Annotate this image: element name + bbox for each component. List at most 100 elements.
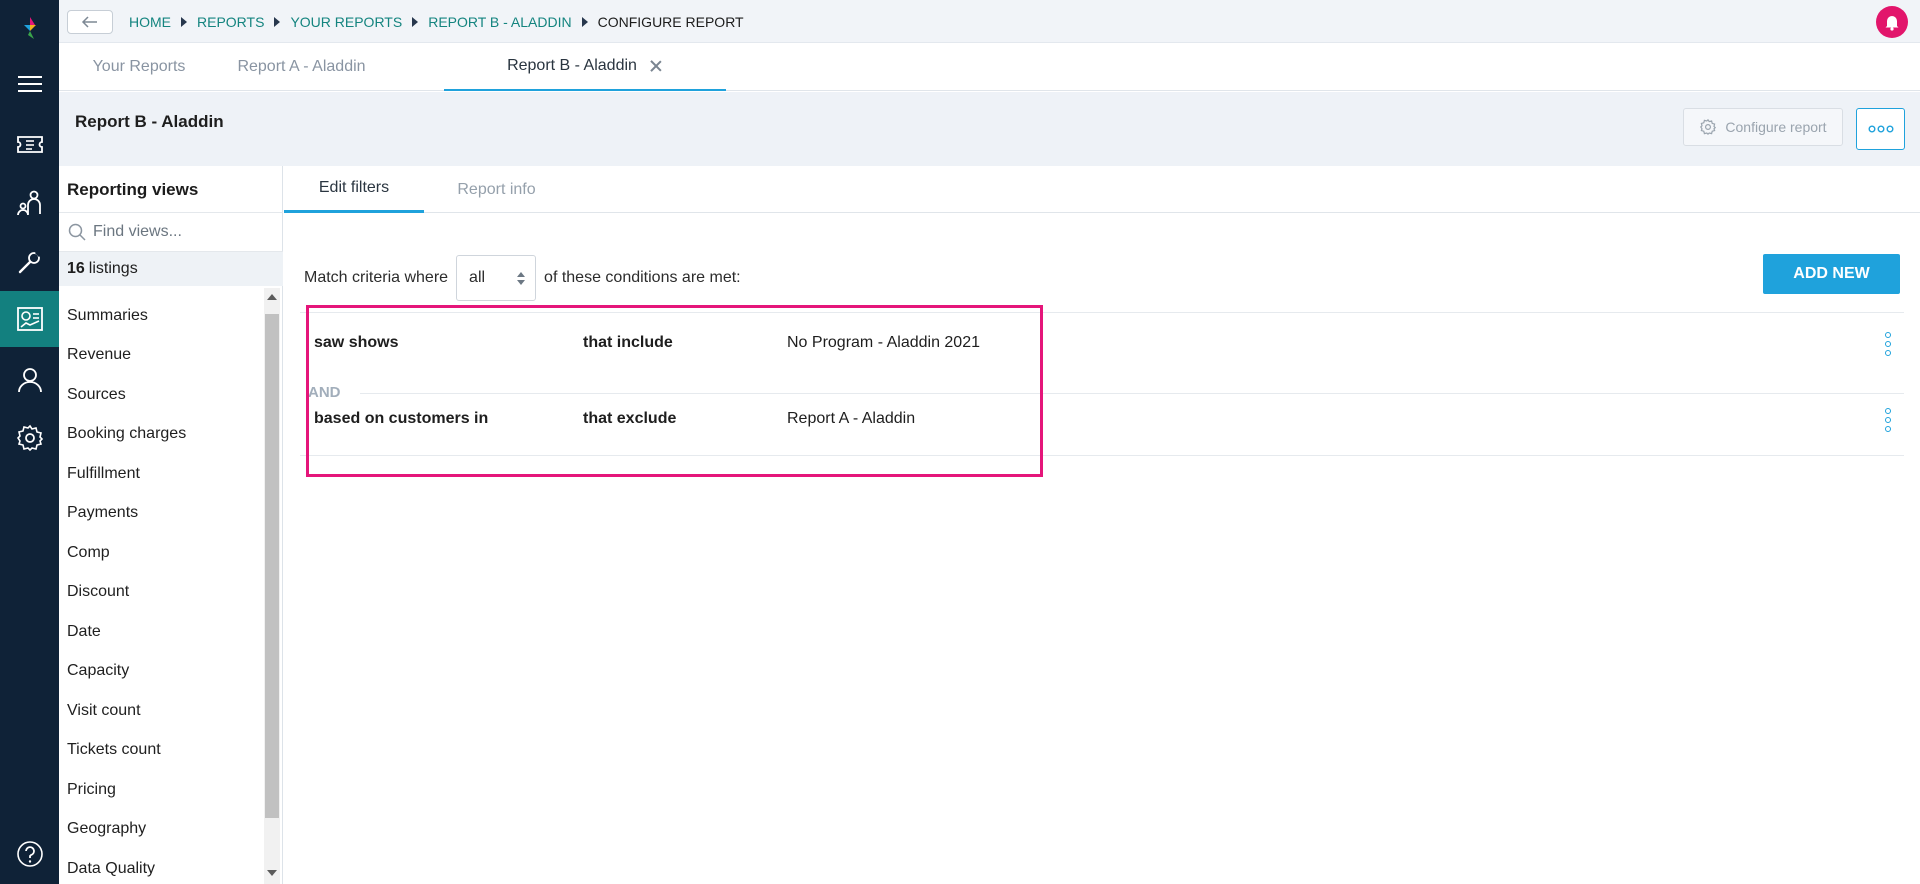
listings-count: 16 listings: [59, 252, 283, 286]
tab-your-reports[interactable]: Your Reports: [59, 43, 219, 91]
breadcrumb-separator-icon: [581, 16, 588, 27]
tab-label: Your Reports: [92, 58, 186, 75]
people-icon: [16, 190, 41, 216]
tab-report-info[interactable]: Report info: [424, 166, 569, 213]
condition-menu-icon[interactable]: [1882, 408, 1894, 432]
breadcrumb-report-b[interactable]: REPORT B - ALADDIN: [428, 14, 571, 30]
nav-customers[interactable]: [0, 175, 59, 231]
logo[interactable]: [0, 0, 59, 56]
condition-operator[interactable]: that include: [583, 334, 673, 352]
back-button[interactable]: [67, 10, 113, 34]
match-mode-value: all: [469, 269, 486, 286]
scroll-up-icon[interactable]: [267, 294, 277, 300]
more-options-button[interactable]: [1856, 108, 1905, 150]
view-item-data-quality[interactable]: Data Quality: [59, 849, 265, 884]
configure-report-label: Configure report: [1725, 119, 1827, 135]
divider: [300, 455, 1904, 456]
breadcrumb: HOME REPORTS YOUR REPORTS REPORT B - ALA…: [129, 0, 744, 43]
views-search: [59, 212, 283, 252]
breadcrumb-reports[interactable]: REPORTS: [197, 14, 264, 30]
tab-label: Report B - Aladdin: [507, 57, 637, 74]
view-item-fulfillment[interactable]: Fulfillment: [59, 454, 265, 494]
report-icon: [16, 307, 43, 331]
settings-icon: [16, 424, 43, 452]
back-arrow-icon: [81, 16, 97, 28]
configure-report-button[interactable]: Configure report: [1683, 108, 1843, 146]
condition-field[interactable]: saw shows: [314, 334, 398, 352]
subtabs: Edit filters Report info: [284, 166, 1920, 213]
match-mode-select[interactable]: all: [456, 255, 537, 301]
view-item-pricing[interactable]: Pricing: [59, 770, 265, 810]
breadcrumb-separator-icon: [412, 16, 419, 27]
view-item-payments[interactable]: Payments: [59, 494, 265, 534]
view-item-date[interactable]: Date: [59, 612, 265, 652]
report-tabs: Your Reports Report A - Aladdin Report B…: [59, 43, 1920, 91]
notifications-button[interactable]: [1876, 6, 1908, 38]
views-list: Summaries Revenue Sources Booking charge…: [59, 296, 265, 884]
view-item-tickets-count[interactable]: Tickets count: [59, 731, 265, 771]
match-criteria: Match criteria where all of these condit…: [304, 255, 741, 301]
nav-tools[interactable]: [0, 234, 59, 290]
and-connector: AND: [308, 384, 341, 401]
bell-icon: [1885, 16, 1899, 31]
views-search-input[interactable]: [93, 223, 273, 241]
tools-icon: [18, 250, 41, 274]
tab-label: Report A - Aladdin: [237, 58, 366, 75]
listings-count-label: listings: [88, 260, 138, 277]
scroll-down-icon[interactable]: [267, 870, 277, 876]
condition-row: saw shows that include No Program - Alad…: [300, 312, 1904, 376]
page-title: Report B - Aladdin: [75, 112, 224, 131]
nav-account[interactable]: [0, 352, 59, 408]
view-item-sources[interactable]: Sources: [59, 375, 265, 415]
filters-panel: Edit filters Report info Match criteria …: [284, 166, 1920, 884]
view-item-summaries[interactable]: Summaries: [59, 296, 265, 336]
nav-help[interactable]: [0, 826, 59, 882]
nav-menu[interactable]: [0, 56, 59, 112]
add-new-button[interactable]: ADD NEW: [1763, 254, 1900, 294]
condition-operator[interactable]: that exclude: [583, 410, 676, 428]
nav-rail: [0, 0, 59, 884]
nav-tickets[interactable]: [0, 116, 59, 172]
top-bar: HOME REPORTS YOUR REPORTS REPORT B - ALA…: [59, 0, 1920, 43]
condition-menu-icon[interactable]: [1882, 332, 1894, 356]
select-arrows-icon: [517, 271, 526, 285]
divider: [360, 393, 1904, 394]
report-header: Report B - Aladdin Configure report: [59, 92, 1920, 166]
logo-icon: [23, 17, 36, 39]
criteria-prefix: Match criteria where: [304, 269, 449, 286]
view-item-booking-charges[interactable]: Booking charges: [59, 415, 265, 455]
help-icon: [16, 841, 43, 867]
view-item-comp[interactable]: Comp: [59, 533, 265, 573]
view-item-revenue[interactable]: Revenue: [59, 336, 265, 376]
view-item-capacity[interactable]: Capacity: [59, 652, 265, 692]
views-scrollbar-thumb[interactable]: [265, 314, 279, 818]
tab-edit-filters[interactable]: Edit filters: [284, 166, 424, 213]
view-item-geography[interactable]: Geography: [59, 810, 265, 850]
more-icon: [1868, 125, 1894, 133]
reporting-views-title: Reporting views: [67, 180, 199, 199]
view-item-discount[interactable]: Discount: [59, 573, 265, 613]
tab-report-a[interactable]: Report A - Aladdin: [219, 43, 384, 91]
reporting-views-panel: Reporting views 16 listings Summaries Re…: [59, 166, 283, 884]
menu-icon: [17, 76, 42, 92]
breadcrumb-your-reports[interactable]: YOUR REPORTS: [290, 14, 402, 30]
close-icon[interactable]: [649, 59, 663, 73]
condition-value[interactable]: No Program - Aladdin 2021: [787, 334, 980, 352]
breadcrumb-current: CONFIGURE REPORT: [597, 13, 744, 30]
user-icon: [17, 368, 42, 393]
search-icon: [68, 223, 86, 241]
breadcrumb-home[interactable]: HOME: [129, 14, 171, 30]
nav-settings[interactable]: [0, 410, 59, 466]
tab-report-b[interactable]: Report B - Aladdin: [444, 43, 726, 91]
view-item-visit-count[interactable]: Visit count: [59, 691, 265, 731]
condition-field[interactable]: based on customers in: [314, 410, 488, 428]
condition-value[interactable]: Report A - Aladdin: [787, 410, 915, 428]
condition-row: based on customers in that exclude Repor…: [300, 402, 1904, 446]
breadcrumb-separator-icon: [274, 16, 281, 27]
criteria-suffix: of these conditions are met:: [544, 269, 741, 286]
breadcrumb-separator-icon: [181, 16, 187, 27]
nav-reports[interactable]: [0, 291, 59, 347]
listings-count-number: 16: [67, 260, 85, 277]
gear-icon: [1700, 118, 1717, 136]
ticket-icon: [16, 136, 43, 153]
